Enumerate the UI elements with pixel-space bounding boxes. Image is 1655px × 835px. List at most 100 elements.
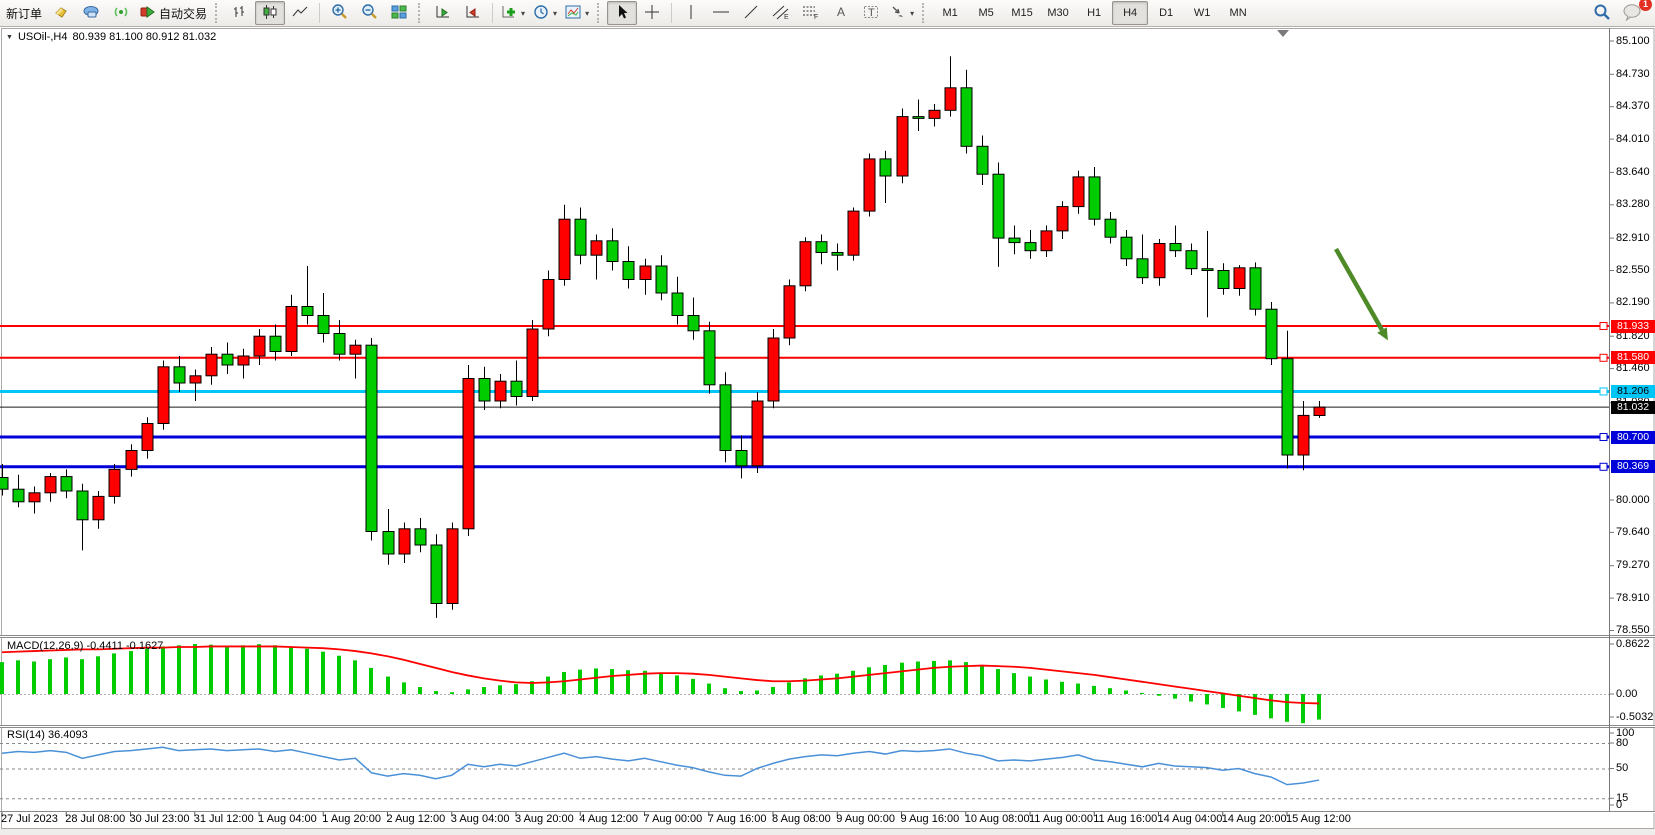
arrows-icon xyxy=(890,4,906,23)
line-handle[interactable] xyxy=(1600,323,1607,330)
auto-trading-icon xyxy=(140,4,156,23)
horizontal-line-icon xyxy=(712,4,730,23)
chart-shift-button[interactable] xyxy=(458,1,488,25)
text-button[interactable]: A xyxy=(826,1,856,25)
notification-badge: 1 xyxy=(1639,0,1652,11)
price-axis-label: 80.000 xyxy=(1616,494,1650,507)
cursor-button[interactable] xyxy=(607,1,637,25)
date-axis-label: 1 Aug 20:00 xyxy=(322,813,381,825)
line-handle[interactable] xyxy=(1600,463,1607,470)
search-button[interactable] xyxy=(1587,1,1617,25)
toolbar-grip xyxy=(922,3,928,23)
price-badge: 81.206 xyxy=(1611,385,1655,398)
date-axis-label: 30 Jul 23:00 xyxy=(130,813,190,825)
chart-canvas[interactable] xyxy=(0,0,1655,835)
auto-trading-label: 自动交易 xyxy=(159,5,207,22)
auto-trading-button[interactable]: 自动交易 xyxy=(136,1,211,25)
timeframe-h4-button[interactable]: H4 xyxy=(1112,1,1148,25)
candlestick-chart-button[interactable] xyxy=(255,1,285,25)
trendline-icon xyxy=(743,4,759,23)
bar-chart-button[interactable] xyxy=(225,1,255,25)
timeframe-d1-button[interactable]: D1 xyxy=(1148,1,1184,25)
date-axis-label: 11 Aug 16:00 xyxy=(1093,813,1157,825)
trendline-button[interactable] xyxy=(736,1,766,25)
line-chart-button[interactable] xyxy=(285,1,315,25)
indicators-button[interactable]: ▾ xyxy=(497,1,529,25)
date-axis-label: 7 Aug 00:00 xyxy=(644,813,703,825)
macd-indicator-label: MACD(12,26,9) -0.4411 -0.1627 xyxy=(7,640,163,652)
crosshair-icon xyxy=(644,4,660,23)
line-handle[interactable] xyxy=(1600,388,1607,395)
arrows-button[interactable]: ▾ xyxy=(886,1,918,25)
date-axis-label: 10 Aug 08:00 xyxy=(965,813,1030,825)
new-order-button[interactable]: 新订单 xyxy=(2,1,46,25)
price-axis-label: 84.370 xyxy=(1616,100,1650,113)
zoom-out-button[interactable] xyxy=(354,1,384,25)
macd-axis-label: -0.5032 xyxy=(1616,711,1653,724)
price-axis-label: 82.550 xyxy=(1616,264,1650,277)
cloud-icon xyxy=(82,4,100,23)
chart-shift-icon xyxy=(465,4,481,23)
price-axis-label: 82.910 xyxy=(1616,232,1650,245)
price-axis-label: 84.010 xyxy=(1616,133,1650,146)
price-axis-label: 79.640 xyxy=(1616,526,1650,539)
timeframe-m5-button[interactable]: M5 xyxy=(968,1,1004,25)
price-axis-label: 84.730 xyxy=(1616,68,1650,81)
chevron-down-icon: ▾ xyxy=(910,9,914,18)
timeframe-m30-button[interactable]: M30 xyxy=(1040,1,1076,25)
chevron-down-icon: ▾ xyxy=(521,9,525,18)
templates-button[interactable]: ▾ xyxy=(561,1,593,25)
line-handle[interactable] xyxy=(1600,354,1607,361)
timeframe-h1-button[interactable]: H1 xyxy=(1076,1,1112,25)
signals-button[interactable] xyxy=(106,1,136,25)
text-label-button[interactable]: T xyxy=(856,1,886,25)
periods-button[interactable]: ▾ xyxy=(529,1,561,25)
chevron-down-icon: ▾ xyxy=(585,9,589,18)
toolbar-grip xyxy=(215,3,221,23)
line-handle[interactable] xyxy=(1600,434,1607,441)
timeframe-m15-button[interactable]: M15 xyxy=(1004,1,1040,25)
channel-button[interactable]: E xyxy=(766,1,796,25)
price-axis-label: 85.100 xyxy=(1616,35,1650,48)
main-toolbar: 新订单 自动交易 ▾ ▾ ▾ E F A T ▾ M1M5M15M30H1H4D… xyxy=(0,0,1655,27)
crosshair-button[interactable] xyxy=(637,1,667,25)
tile-windows-icon xyxy=(391,4,407,23)
date-axis-label: 8 Aug 08:00 xyxy=(772,813,831,825)
svg-text:F: F xyxy=(814,14,818,20)
price-badge: 80.369 xyxy=(1611,460,1655,473)
bar-chart-icon xyxy=(232,4,248,23)
timeframe-m1-button[interactable]: M1 xyxy=(932,1,968,25)
date-axis-label: 1 Aug 04:00 xyxy=(258,813,317,825)
mql5-market-button[interactable] xyxy=(46,1,76,25)
text-label-icon: T xyxy=(863,4,879,23)
price-badge: 81.032 xyxy=(1611,401,1655,414)
date-axis-label: 7 Aug 16:00 xyxy=(708,813,767,825)
timeframe-w1-button[interactable]: W1 xyxy=(1184,1,1220,25)
timeframe-group: M1M5M15M30H1H4D1W1MN xyxy=(932,1,1256,25)
vertical-line-button[interactable] xyxy=(676,1,706,25)
macd-axis-label: 0.00 xyxy=(1616,688,1637,701)
rsi-axis-label: 50 xyxy=(1616,762,1628,775)
fibonacci-button[interactable]: F xyxy=(796,1,826,25)
template-icon xyxy=(565,4,581,23)
horizontal-line-button[interactable] xyxy=(706,1,736,25)
clock-icon xyxy=(533,4,549,23)
symbol-quote-bar[interactable]: ▼ USOil-,H4 80.939 81.100 80.912 81.032 xyxy=(6,31,216,43)
chevron-down-icon: ▾ xyxy=(553,9,557,18)
toolbar-separator xyxy=(492,3,493,23)
add-indicator-icon xyxy=(501,4,517,23)
auto-scroll-button[interactable] xyxy=(428,1,458,25)
zoom-in-button[interactable] xyxy=(324,1,354,25)
timeframe-mn-button[interactable]: MN xyxy=(1220,1,1256,25)
date-axis-label: 28 Jul 08:00 xyxy=(65,813,125,825)
price-axis-label: 83.280 xyxy=(1616,198,1650,211)
community-button[interactable] xyxy=(76,1,106,25)
date-axis-label: 14 Aug 20:00 xyxy=(1222,813,1287,825)
symbol-dropdown-icon[interactable]: ▼ xyxy=(6,34,13,41)
notifications-button[interactable]: 1 xyxy=(1617,1,1647,25)
tile-windows-button[interactable] xyxy=(384,1,414,25)
rsi-indicator-label: RSI(14) 36.4093 xyxy=(7,729,88,741)
quote-ohlc: 80.939 81.100 80.912 81.032 xyxy=(72,31,216,43)
auto-scroll-icon xyxy=(435,4,451,23)
price-axis-label: 78.910 xyxy=(1616,592,1650,605)
